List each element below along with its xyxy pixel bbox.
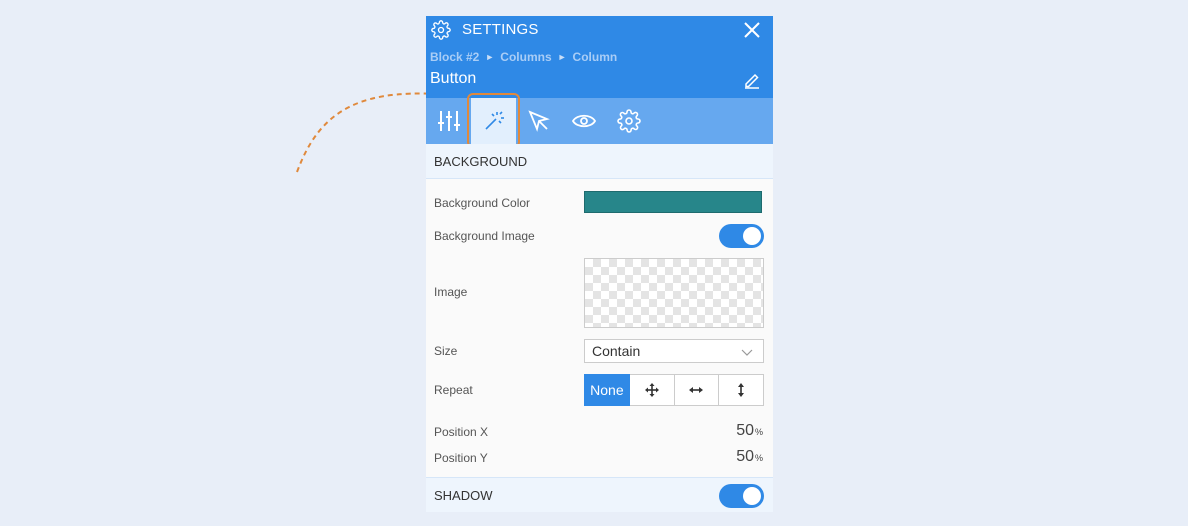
close-icon[interactable] — [743, 21, 761, 39]
size-label: Size — [434, 344, 458, 358]
tab-design[interactable] — [467, 93, 520, 148]
repeat-none-button[interactable]: None — [584, 374, 630, 406]
repeat-segmented-control: None — [584, 374, 764, 406]
chevron-down-icon — [741, 349, 753, 356]
vertical-arrows-icon — [738, 383, 745, 397]
eye-icon — [571, 114, 596, 128]
position-y-unit: % — [754, 453, 763, 463]
element-name: Button — [430, 70, 477, 87]
sliders-icon — [437, 111, 460, 131]
horizontal-arrows-icon — [689, 387, 704, 393]
repeat-y-button[interactable] — [719, 374, 764, 406]
cursor-icon — [527, 110, 550, 132]
tab-settings[interactable] — [606, 98, 651, 144]
section-shadow-header[interactable]: SHADOW — [426, 477, 773, 512]
tab-sliders[interactable] — [426, 98, 471, 144]
position-x-number: 50 — [736, 422, 754, 439]
image-label: Image — [434, 285, 468, 299]
panel-header: SETTINGS Block #2 ► Columns ► Column But… — [426, 16, 773, 98]
position-x-unit: % — [754, 427, 763, 437]
background-color-picker[interactable] — [584, 191, 762, 213]
tab-interactions[interactable] — [516, 98, 561, 144]
section-title: SHADOW — [434, 487, 493, 503]
tab-bar — [426, 93, 773, 148]
background-section-body: Background Color Background Image Image … — [426, 179, 773, 477]
pencil-icon[interactable] — [743, 71, 761, 89]
magic-wand-icon — [484, 111, 504, 130]
repeat-label: Repeat — [434, 383, 473, 397]
repeat-x-button[interactable] — [674, 374, 720, 406]
gear-icon — [431, 20, 451, 40]
repeat-both-button[interactable] — [629, 374, 675, 406]
background-image-label: Background Image — [434, 229, 535, 243]
background-image-toggle[interactable] — [719, 224, 764, 248]
panel-title: SETTINGS — [462, 21, 539, 38]
tab-visibility[interactable] — [561, 98, 606, 144]
breadcrumb-item-column[interactable]: Column — [573, 50, 618, 64]
breadcrumb: Block #2 ► Columns ► Column — [430, 50, 617, 64]
image-picker[interactable] — [584, 258, 764, 328]
gear-icon — [616, 109, 641, 133]
position-x-value[interactable]: 50% — [736, 422, 763, 440]
size-select-value: Contain — [592, 343, 641, 359]
position-x-label: Position X — [434, 425, 489, 439]
position-y-label: Position Y — [434, 451, 488, 465]
breadcrumb-item-columns[interactable]: Columns — [500, 50, 551, 64]
move-icon — [644, 383, 659, 397]
breadcrumb-item-block[interactable]: Block #2 — [430, 50, 479, 64]
background-color-label: Background Color — [434, 196, 531, 210]
shadow-toggle[interactable] — [719, 484, 764, 508]
size-select[interactable]: Contain — [584, 339, 764, 363]
position-y-value[interactable]: 50% — [736, 448, 763, 466]
section-background-header[interactable]: BACKGROUND — [426, 144, 773, 179]
breadcrumb-separator-icon: ► — [485, 52, 495, 62]
breadcrumb-separator-icon: ► — [557, 52, 567, 62]
section-title: BACKGROUND — [434, 153, 528, 169]
settings-panel: SETTINGS Block #2 ► Columns ► Column But… — [426, 16, 773, 512]
position-y-number: 50 — [736, 448, 754, 465]
